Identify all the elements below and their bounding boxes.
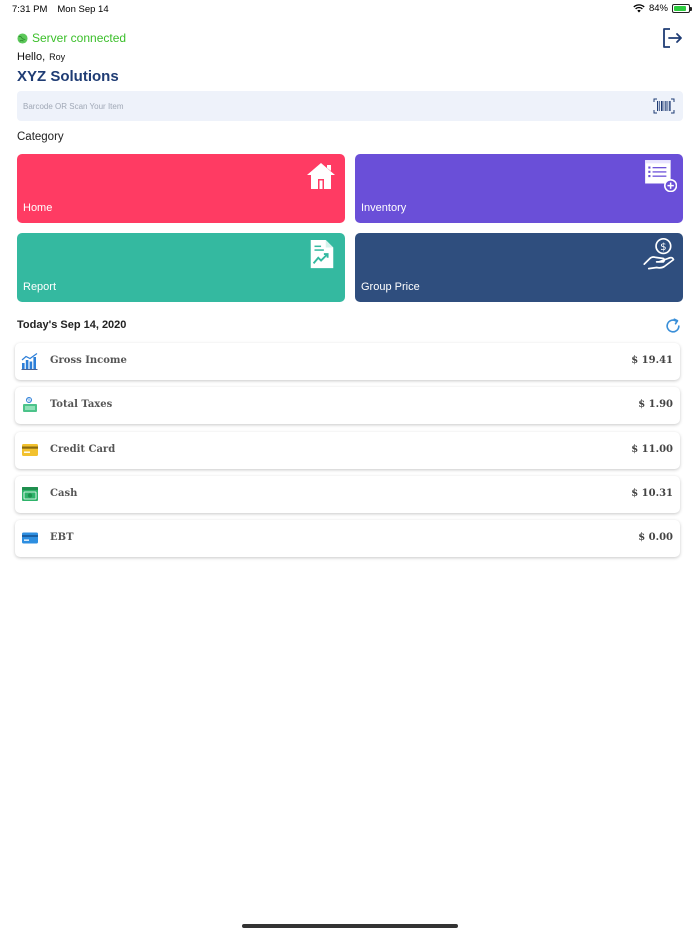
summary-row-cash[interactable]: Cash $ 10.31 xyxy=(15,476,680,513)
summary-value: $ 11.00 xyxy=(631,444,673,455)
summary-label: EBT xyxy=(50,532,74,543)
server-status: Server connected xyxy=(17,31,126,45)
svg-text:$: $ xyxy=(660,242,666,253)
category-tile-label: Inventory xyxy=(361,202,407,214)
summary-label: Gross Income xyxy=(50,355,127,366)
hand-dollar-icon: $ xyxy=(643,237,675,270)
globe-icon xyxy=(17,32,28,44)
svg-text:%: % xyxy=(27,398,31,403)
summary-value: $ 1.90 xyxy=(638,399,673,410)
summary-value: $ 10.31 xyxy=(631,488,673,499)
barcode-search-input[interactable] xyxy=(23,91,623,121)
summary-label: Credit Card xyxy=(50,444,116,455)
category-title: Category xyxy=(17,131,64,143)
summary-row-ebt[interactable]: EBT $ 0.00 xyxy=(15,520,680,557)
barcode-icon[interactable] xyxy=(653,98,675,114)
house-icon xyxy=(307,163,335,189)
status-bar: 7:31 PM Mon Sep 14 84% xyxy=(0,0,700,18)
bar-chart-icon xyxy=(21,353,38,370)
summary-value: $ 19.41 xyxy=(631,355,673,366)
summary-row-credit-card[interactable]: Credit Card $ 11.00 xyxy=(15,432,680,469)
greeting: Hello, Roy xyxy=(17,51,65,63)
summary-row-gross-income[interactable]: Gross Income $ 19.41 xyxy=(15,343,680,380)
report-chart-icon xyxy=(310,239,334,269)
home-indicator[interactable] xyxy=(242,924,458,928)
credit-card-icon xyxy=(22,444,38,456)
ebt-card-icon xyxy=(22,532,38,544)
category-tile-label: Report xyxy=(23,281,57,293)
summary-date-title: Today's Sep 14, 2020 xyxy=(17,319,127,331)
status-date: Mon Sep 14 xyxy=(57,4,109,15)
company-name: XYZ Solutions xyxy=(17,68,119,85)
battery-percent: 84% xyxy=(648,3,668,14)
wifi-icon xyxy=(633,4,645,13)
summary-row-total-taxes[interactable]: % Total Taxes $ 1.90 xyxy=(15,387,680,424)
status-time: 7:31 PM xyxy=(12,4,48,15)
summary-label: Total Taxes xyxy=(50,399,113,410)
tax-icon: % xyxy=(23,397,37,412)
category-tile-home[interactable]: Home xyxy=(17,154,345,223)
battery-icon xyxy=(672,4,692,13)
category-tile-report[interactable]: Report xyxy=(17,233,345,302)
server-status-text: Server connected xyxy=(32,31,127,45)
inventory-add-icon xyxy=(645,160,677,192)
refresh-icon[interactable] xyxy=(664,317,682,335)
summary-label: Cash xyxy=(50,488,78,499)
greeting-text: Hello, xyxy=(17,51,46,63)
summary-value: $ 0.00 xyxy=(638,532,673,543)
cash-icon xyxy=(22,487,38,501)
category-tile-label: Home xyxy=(23,202,53,214)
category-tile-group-price[interactable]: $ Group Price xyxy=(355,233,683,302)
logout-icon[interactable] xyxy=(660,26,684,50)
category-tile-inventory[interactable]: Inventory xyxy=(355,154,683,223)
search-bar xyxy=(17,91,683,121)
category-tile-label: Group Price xyxy=(361,281,420,293)
user-name: Roy xyxy=(49,52,66,62)
